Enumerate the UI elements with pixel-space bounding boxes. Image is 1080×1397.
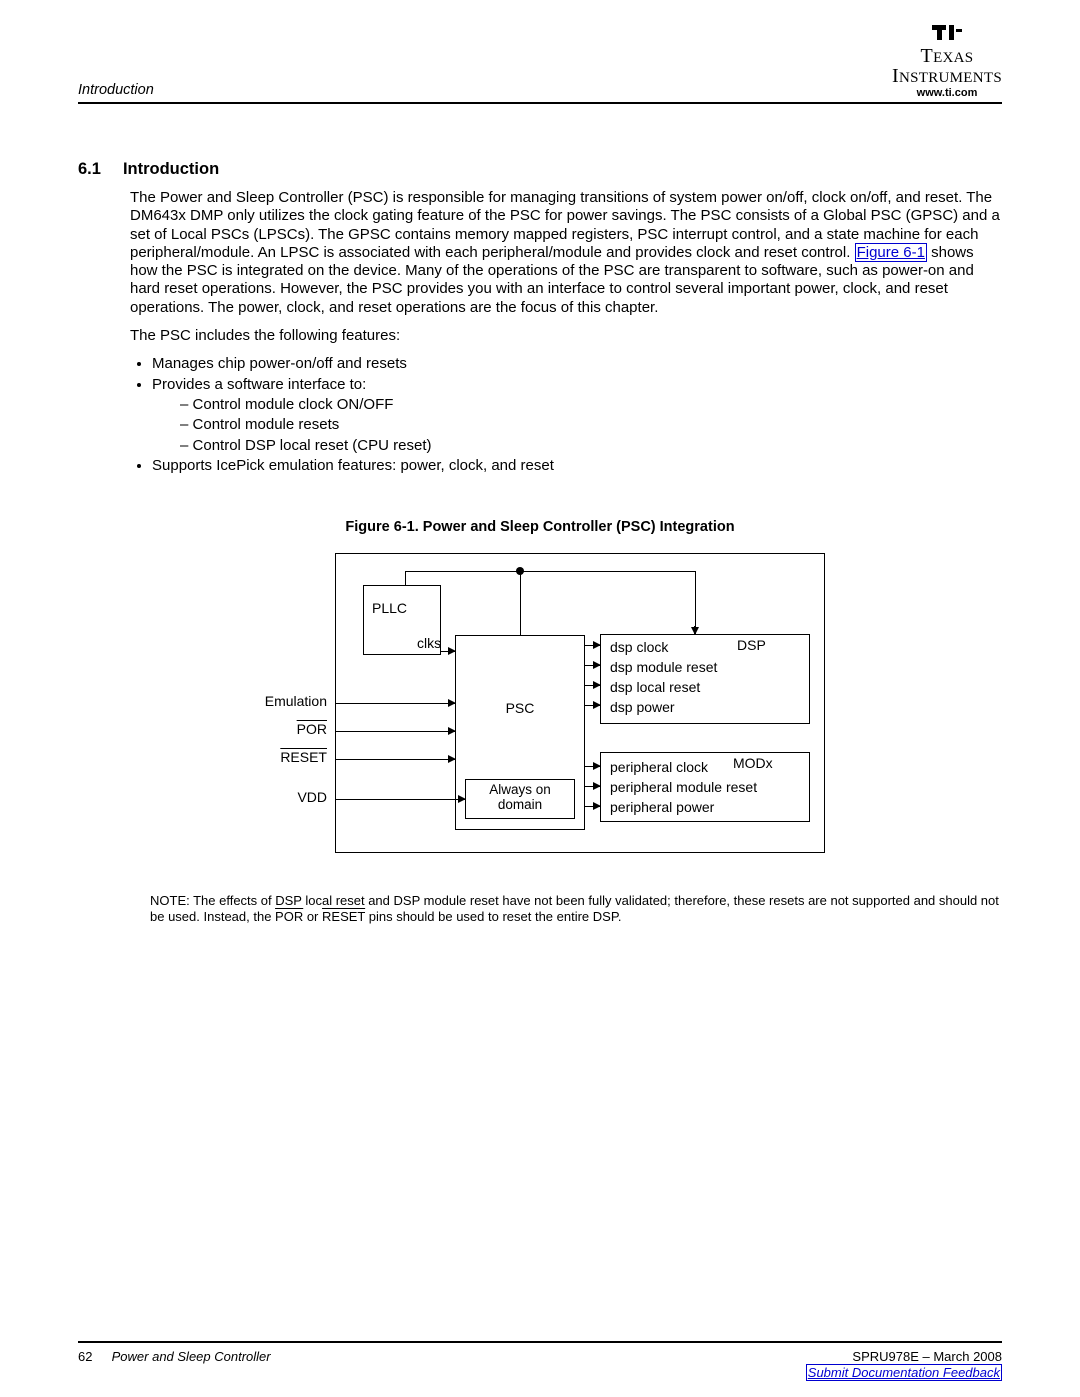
running-head: Introduction	[78, 82, 1002, 98]
arrow-icon	[585, 705, 600, 706]
arrow-icon	[441, 651, 455, 652]
arrow-icon	[335, 799, 465, 800]
line-icon	[520, 571, 521, 635]
list-item: Provides a software interface to: Contro…	[152, 376, 1002, 455]
section-number: 6.1	[78, 160, 101, 179]
note-por: POR	[275, 909, 303, 924]
list-item: Supports IcePick emulation features: pow…	[152, 457, 1002, 475]
figure-6-1-diagram: Emulation POR RESET VDD PLLC PSC Always …	[255, 553, 825, 863]
always-on-domain-box: Always on domain	[465, 779, 575, 819]
note-text: pins should be used to reset the entire …	[365, 909, 621, 924]
ti-logo-block: TEXASINSTRUMENTS www.ti.com	[892, 22, 1002, 99]
label-dsp-power: dsp power	[610, 699, 675, 715]
page-number: 62	[78, 1349, 108, 1364]
arrow-icon	[585, 766, 600, 767]
company-url: www.ti.com	[892, 87, 1002, 99]
label-dsp: DSP	[737, 637, 766, 653]
list-item-label: Provides a software interface to:	[152, 376, 366, 393]
label-reset: RESET	[207, 749, 327, 765]
label-periph-module-reset: peripheral module reset	[610, 779, 757, 795]
arrow-icon	[694, 626, 695, 634]
psc-label: PSC	[456, 700, 584, 716]
label-clks: clks	[417, 635, 441, 651]
label-dsp-clock: dsp clock	[610, 639, 668, 655]
arrow-icon	[335, 703, 455, 704]
list-item: Control DSP local reset (CPU reset)	[180, 437, 1002, 455]
line-icon	[405, 571, 695, 572]
footer-docid: SPRU978E – March 2008	[852, 1349, 1002, 1364]
arrow-icon	[585, 685, 600, 686]
list-item: Control module clock ON/OFF	[180, 396, 1002, 414]
line-icon	[695, 571, 696, 634]
feature-list: Manages chip power-on/off and resets Pro…	[130, 355, 1002, 475]
figure-note: NOTE: The effects of DSP local reset and…	[150, 893, 1002, 926]
arrow-icon	[585, 806, 600, 807]
list-item: Control module resets	[180, 416, 1002, 434]
list-item: Manages chip power-on/off and resets	[152, 355, 1002, 373]
body-text: The Power and Sleep Controller (PSC) is …	[130, 189, 1002, 475]
pllc-label: PLLC	[372, 600, 407, 616]
company-name: TEXASINSTRUMENTS	[892, 46, 1002, 86]
note-reset: RESET	[322, 909, 365, 924]
ti-shape-icon	[930, 22, 964, 46]
figure-caption: Figure 6-1. Power and Sleep Controller (…	[78, 519, 1002, 535]
label-emulation: Emulation	[207, 693, 327, 709]
aod-label-1: Always on	[489, 782, 551, 797]
note-text: or	[303, 909, 322, 924]
arrow-icon	[585, 665, 600, 666]
para-2: The PSC includes the following features:	[130, 327, 1002, 345]
label-vdd: VDD	[207, 789, 327, 805]
footer-rule	[78, 1341, 1002, 1343]
aod-label-2: domain	[498, 797, 542, 812]
label-periph-clock: peripheral clock	[610, 759, 708, 775]
label-periph-power: peripheral power	[610, 799, 714, 815]
arrow-icon	[585, 786, 600, 787]
label-dsp-module-reset: dsp module reset	[610, 659, 717, 675]
header-rule	[78, 102, 1002, 104]
feedback-link[interactable]: Submit Documentation Feedback	[806, 1364, 1002, 1381]
section-title: Introduction	[123, 160, 219, 179]
arrow-icon	[585, 645, 600, 646]
label-modx: MODx	[733, 755, 773, 771]
footer-chapter: Power and Sleep Controller	[112, 1349, 271, 1364]
line-icon	[405, 571, 406, 585]
arrow-icon	[335, 731, 455, 732]
label-por: POR	[207, 721, 327, 737]
figure-ref-link[interactable]: Figure 6-1	[855, 243, 927, 262]
label-dsp-local-reset: dsp local reset	[610, 679, 700, 695]
arrow-icon	[335, 759, 455, 760]
